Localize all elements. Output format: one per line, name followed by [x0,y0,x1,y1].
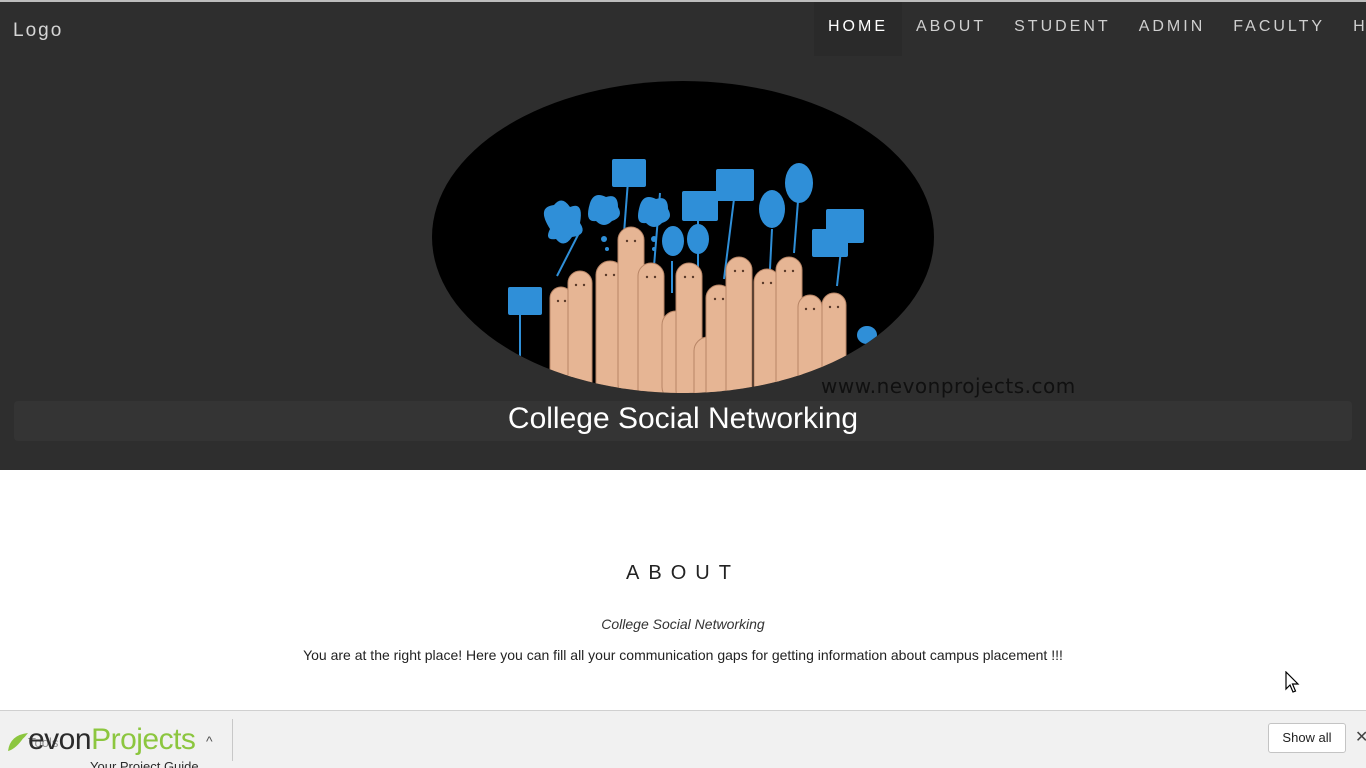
hero-caption: College Social Networking [507,402,859,435]
brand-logo: Tools evonProjects ^ Your Project Guide [6,721,216,768]
close-icon[interactable]: ✕ [1355,727,1366,747]
nav-hod[interactable]: HOD [1339,2,1366,56]
hero-section: Logo HOME ABOUT STUDENT ADMIN FACULTY HO… [0,0,1366,470]
brand-suffix: Projects [91,723,196,756]
nav-about[interactable]: ABOUT [902,2,1000,56]
brand-name: evonProjects [28,723,196,757]
about-title: ABOUT [626,562,740,584]
about-subtitle: College Social Networking [601,616,765,632]
page: Logo HOME ABOUT STUDENT ADMIN FACULTY HO… [0,0,1366,768]
logo[interactable]: Logo [13,20,63,42]
mouse-cursor-icon [1285,671,1300,693]
hero-image [432,81,934,393]
show-all-button[interactable]: Show all [1268,723,1346,753]
fingers-with-speech-bubbles-image [508,159,877,393]
about-text: You are at the right place! Here you can… [303,647,1063,663]
watermark-url: www.nevonprojects.com [821,374,1076,398]
brand-prefix: evon [28,723,92,756]
nav-admin[interactable]: ADMIN [1125,2,1220,56]
download-bar: Tools evonProjects ^ Your Project Guide … [0,710,1366,768]
main-nav: HOME ABOUT STUDENT ADMIN FACULTY HOD [814,2,1366,56]
nav-student[interactable]: STUDENT [1000,2,1125,56]
nav-home[interactable]: HOME [814,2,902,56]
chevron-up-icon[interactable]: ^ [206,733,213,749]
brand-tagline: Your Project Guide [90,759,199,768]
divider [232,719,233,761]
nav-faculty[interactable]: FACULTY [1219,2,1339,56]
